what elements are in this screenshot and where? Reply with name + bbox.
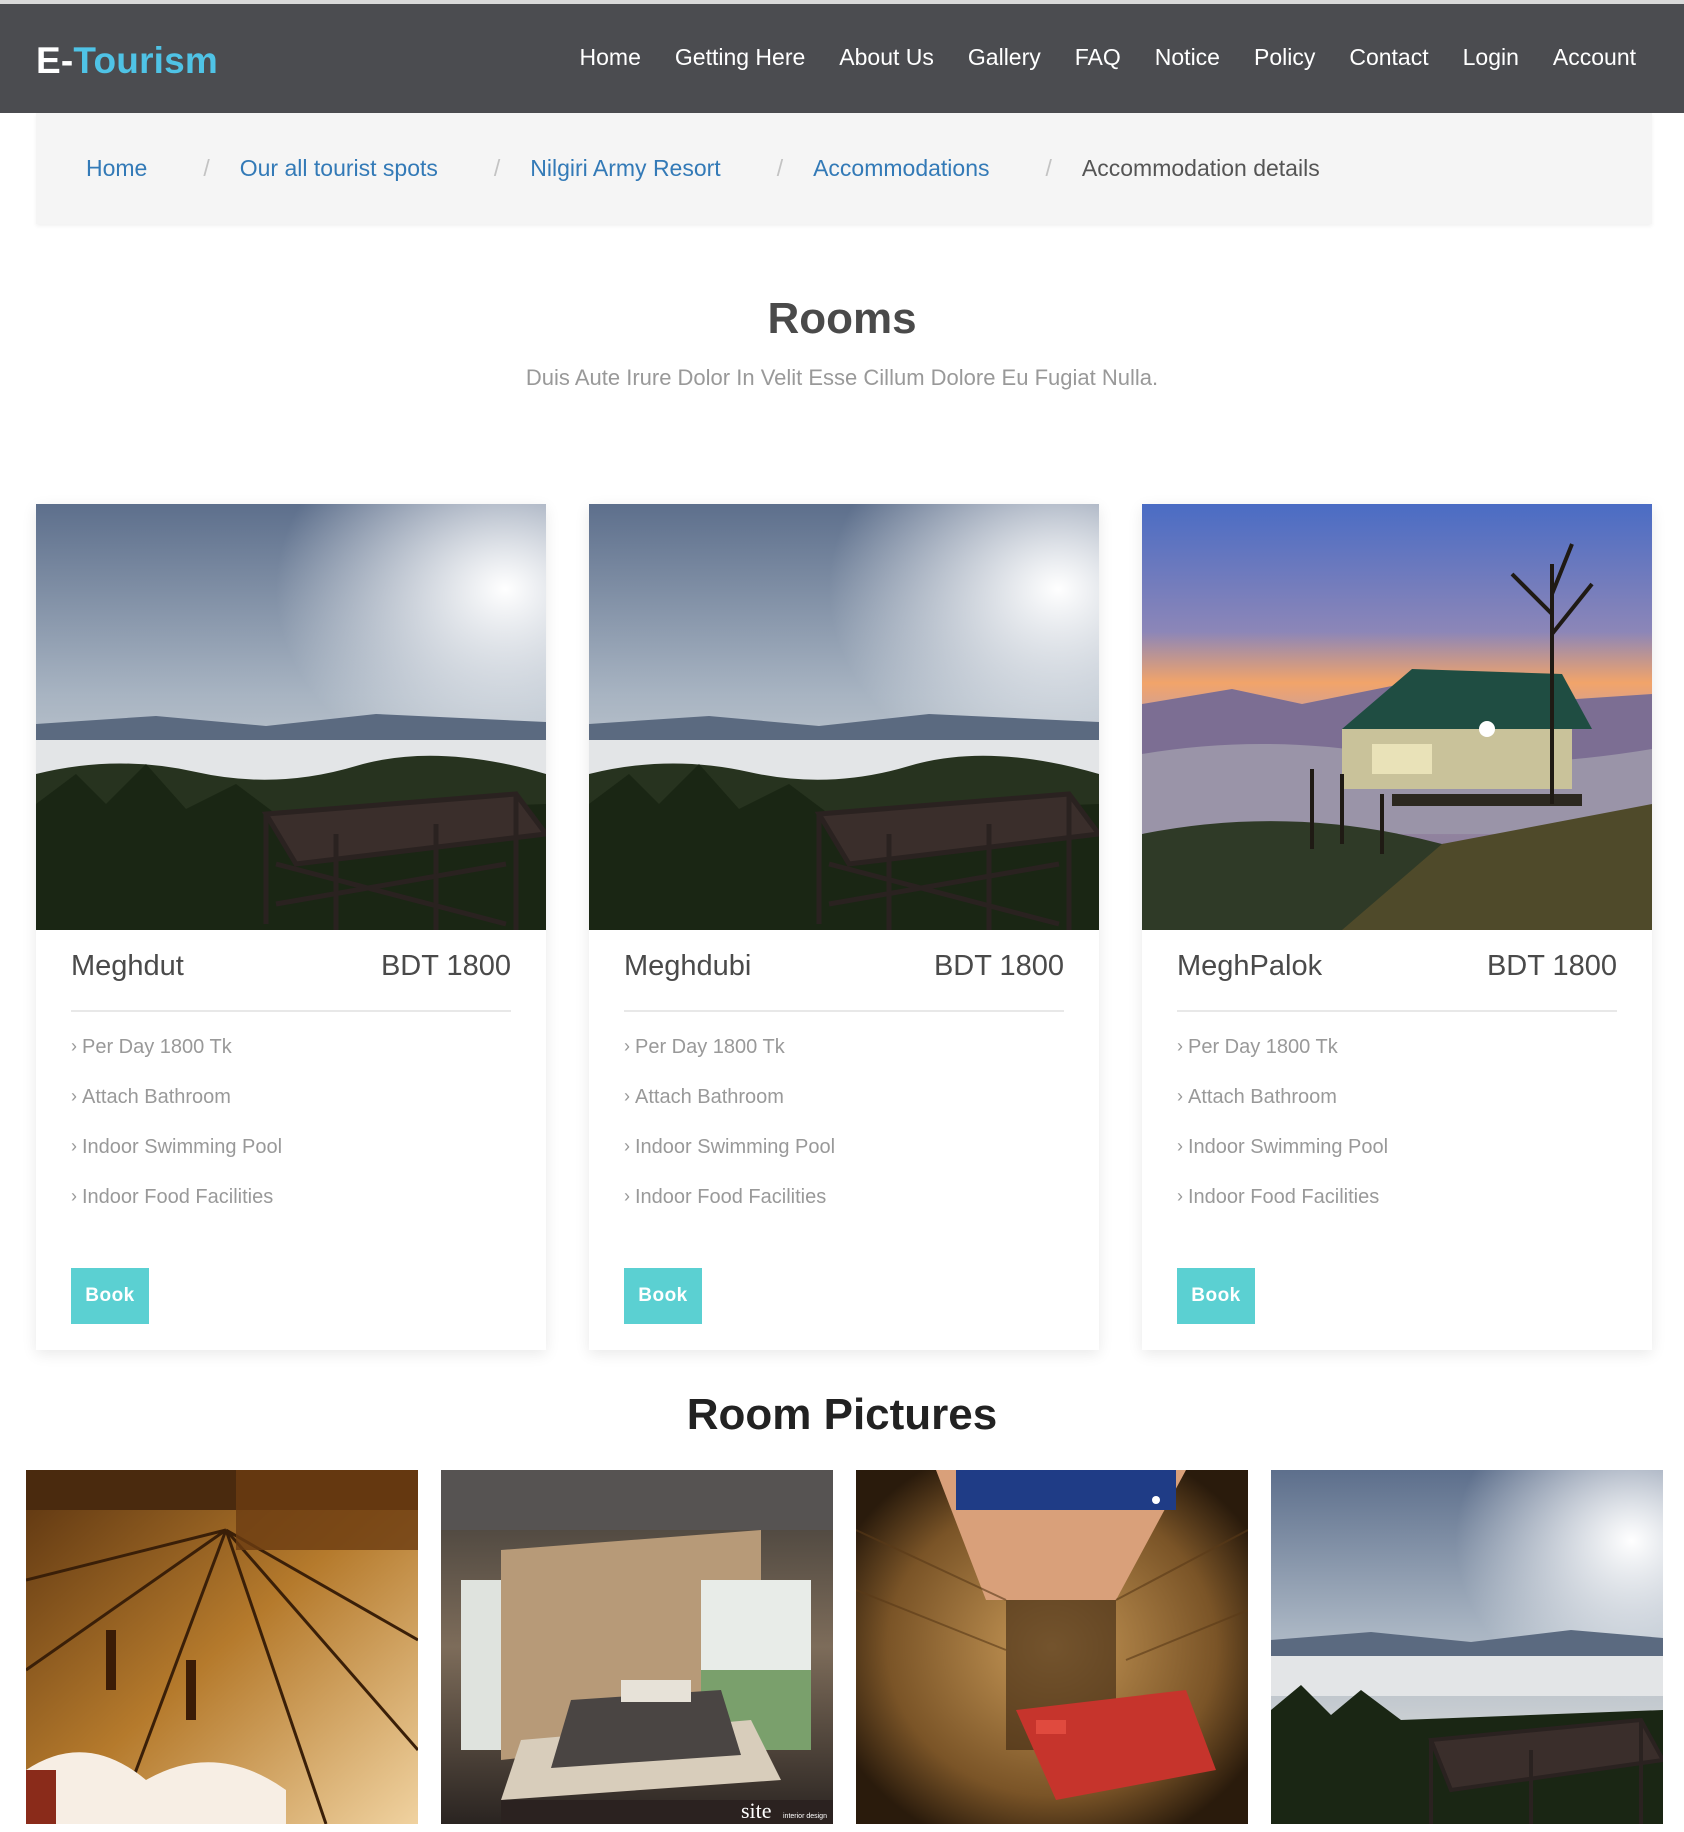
feature-item: › Indoor Food Facilities xyxy=(71,1186,282,1236)
nav-contact[interactable]: Contact xyxy=(1349,44,1428,71)
feature-text: Indoor Swimming Pool xyxy=(1188,1136,1389,1158)
feature-text: Indoor Food Facilities xyxy=(635,1186,827,1208)
room-image xyxy=(36,504,546,930)
nav-home[interactable]: Home xyxy=(580,44,641,71)
nav-getting-here[interactable]: Getting Here xyxy=(675,44,805,71)
nav-faq[interactable]: FAQ xyxy=(1075,44,1121,71)
room-name: MeghPalok xyxy=(1177,950,1323,982)
chevron-right-icon: › xyxy=(624,1086,630,1106)
room-image xyxy=(589,504,1099,930)
feature-text: Attach Bathroom xyxy=(82,1086,231,1108)
room-pictures-title: Room Pictures xyxy=(686,1390,998,1439)
chevron-right-icon: › xyxy=(1177,1036,1183,1056)
chevron-right-icon: › xyxy=(71,1136,77,1156)
nav-policy[interactable]: Policy xyxy=(1254,44,1315,71)
feature-item: › Per Day 1800 Tk xyxy=(1177,1036,1388,1086)
breadcrumb-separator: / xyxy=(776,155,784,181)
room-picture[interactable] xyxy=(856,1470,1248,1824)
room-image xyxy=(1142,504,1652,930)
breadcrumb-separator: / xyxy=(493,155,501,181)
brand-name: Tourism xyxy=(73,40,219,81)
feature-item: › Attach Bathroom xyxy=(624,1086,835,1136)
feature-text: Indoor Food Facilities xyxy=(1188,1186,1380,1208)
room-card: Meghdut BDT 1800 › Per Day 1800 Tk › Attac… xyxy=(36,504,546,1350)
feature-text: Per Day 1800 Tk xyxy=(82,1036,232,1058)
breadcrumb-accommodations[interactable]: Accommodations xyxy=(813,155,989,182)
watermark-text: site xyxy=(741,1798,772,1823)
feature-text: Indoor Swimming Pool xyxy=(82,1136,283,1158)
feature-text: Per Day 1800 Tk xyxy=(1188,1036,1338,1058)
breadcrumb-current: Accommodation details xyxy=(1081,155,1320,181)
chevron-right-icon: › xyxy=(1177,1186,1183,1206)
breadcrumb-tourist-spots[interactable]: Our all tourist spots xyxy=(240,155,438,182)
breadcrumb-separator: / xyxy=(1045,155,1052,181)
navbar: E-Tourism Home Getting Here About Us Gal… xyxy=(0,4,1684,113)
book-button[interactable]: Book xyxy=(624,1268,702,1324)
nav-about-us[interactable]: About Us xyxy=(839,44,934,71)
chevron-right-icon: › xyxy=(1177,1136,1183,1156)
chevron-right-icon: › xyxy=(1177,1086,1183,1106)
nav-notice[interactable]: Notice xyxy=(1155,44,1220,71)
breadcrumb-home[interactable]: Home xyxy=(86,155,147,182)
main-nav: Home Getting Here About Us Gallery FAQ N… xyxy=(546,44,1636,71)
breadcrumb-separator: / xyxy=(203,155,210,181)
feature-item: › Indoor Food Facilities xyxy=(1177,1186,1388,1236)
card-divider xyxy=(624,1010,1064,1012)
feature-text: Indoor Food Facilities xyxy=(82,1186,274,1208)
brand-prefix: E- xyxy=(36,40,74,81)
breadcrumb-resort[interactable]: Nilgiri Army Resort xyxy=(530,155,720,182)
chevron-right-icon: › xyxy=(624,1136,630,1156)
room-name: Meghdubi xyxy=(624,950,752,982)
chevron-right-icon: › xyxy=(624,1186,630,1206)
watermark-subtext: interior design xyxy=(783,1813,827,1820)
card-divider xyxy=(1177,1010,1617,1012)
feature-item: › Attach Bathroom xyxy=(1177,1086,1388,1136)
feature-item: › Indoor Swimming Pool xyxy=(624,1136,835,1186)
nav-gallery[interactable]: Gallery xyxy=(968,44,1041,71)
room-name: Meghdut xyxy=(71,950,184,982)
chevron-right-icon: › xyxy=(624,1036,630,1056)
feature-text: Attach Bathroom xyxy=(635,1086,784,1108)
feature-list: › Per Day 1800 Tk › Attach Bathroom › Indoo… xyxy=(624,1036,835,1236)
rooms-subtitle: Duis Aute Irure Dolor In Velit Esse Cill… xyxy=(525,365,1159,390)
room-picture[interactable] xyxy=(1271,1470,1663,1824)
room-price: BDT 1800 xyxy=(380,950,511,982)
book-button[interactable]: Book xyxy=(1177,1268,1255,1324)
chevron-right-icon: › xyxy=(71,1186,77,1206)
room-card: MeghPalok BDT 1800 › Per Day 1800 Tk › Att… xyxy=(1142,504,1652,1350)
feature-text: Per Day 1800 Tk xyxy=(635,1036,785,1058)
room-price: BDT 1800 xyxy=(933,950,1064,982)
brand-logo[interactable]: E-Tourism xyxy=(36,40,218,82)
breadcrumb: Home / Our all tourist spots / Nilgiri A… xyxy=(36,113,1652,224)
feature-item: › Per Day 1800 Tk xyxy=(624,1036,835,1086)
feature-item: › Indoor Swimming Pool xyxy=(71,1136,282,1186)
feature-item: › Indoor Swimming Pool xyxy=(1177,1136,1388,1186)
room-card: Meghdubi BDT 1800 › Per Day 1800 Tk › Atta… xyxy=(589,504,1099,1350)
nav-login[interactable]: Login xyxy=(1463,44,1519,71)
nav-account[interactable]: Account xyxy=(1553,44,1636,71)
feature-text: Indoor Swimming Pool xyxy=(635,1136,836,1158)
room-picture[interactable]: site interior design xyxy=(441,1470,833,1824)
rooms-title: Rooms xyxy=(767,294,917,343)
feature-text: Attach Bathroom xyxy=(1188,1086,1337,1108)
feature-item: › Indoor Food Facilities xyxy=(624,1186,835,1236)
room-price: BDT 1800 xyxy=(1486,950,1617,982)
book-button[interactable]: Book xyxy=(71,1268,149,1324)
feature-item: › Per Day 1800 Tk xyxy=(71,1036,282,1086)
chevron-right-icon: › xyxy=(71,1086,77,1106)
feature-item: › Attach Bathroom xyxy=(71,1086,282,1136)
chevron-right-icon: › xyxy=(71,1036,77,1056)
card-divider xyxy=(71,1010,511,1012)
feature-list: › Per Day 1800 Tk › Attach Bathroom › Indoo… xyxy=(71,1036,282,1236)
room-picture[interactable] xyxy=(26,1470,418,1824)
feature-list: › Per Day 1800 Tk › Attach Bathroom › Indoo… xyxy=(1177,1036,1388,1236)
